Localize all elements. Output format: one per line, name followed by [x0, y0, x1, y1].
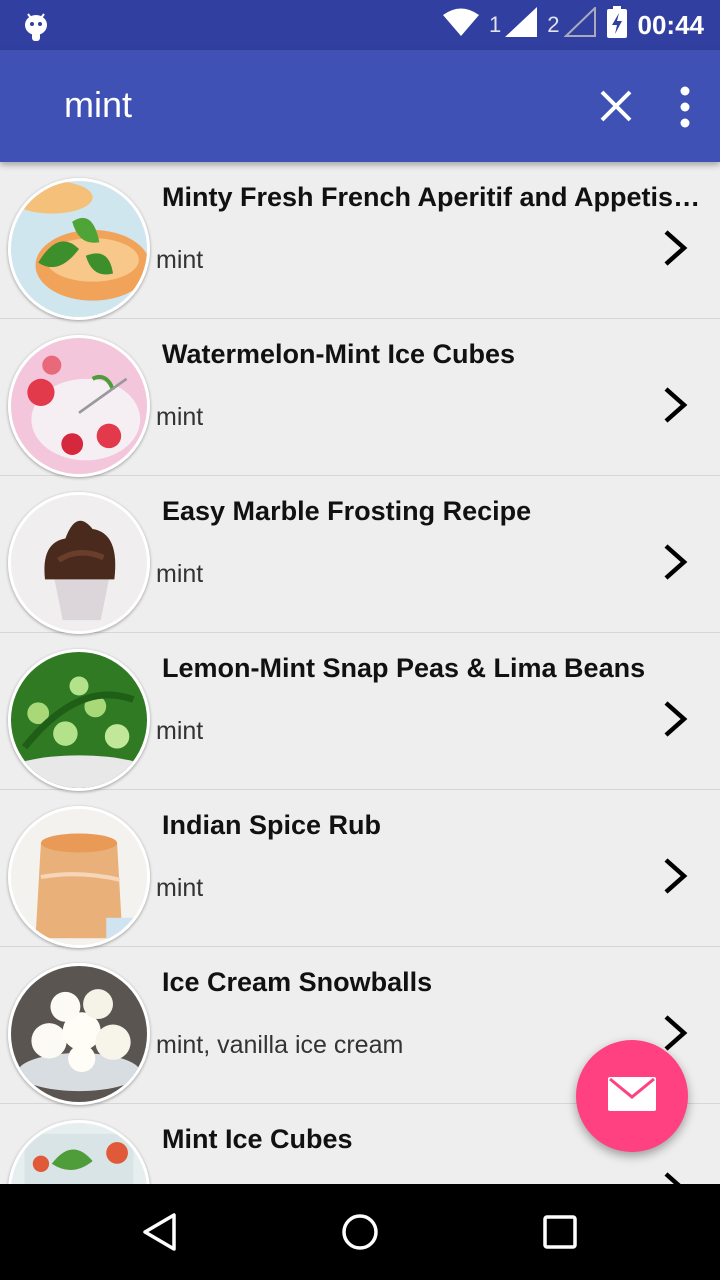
android-debug-icon: [22, 10, 50, 47]
email-icon: [607, 1076, 657, 1117]
recipe-thumbnail: [8, 963, 150, 1105]
recipe-title: Ice Cream Snowballs: [162, 967, 433, 997]
chevron-right-icon: [660, 385, 690, 425]
back-icon[interactable]: [140, 1212, 180, 1252]
chevron-right-icon: [660, 1013, 690, 1053]
recipe-thumbnail: [8, 178, 150, 320]
status-bar: 1 2 00:44: [0, 0, 720, 50]
chevron-right-icon: [660, 542, 690, 582]
signal-sim2-icon: [563, 5, 596, 44]
recipe-ingredients: mint: [156, 717, 204, 745]
recipe-title: Minty Fresh French Aperitif and Appetise…: [162, 182, 707, 212]
recipe-thumbnail: [8, 649, 150, 791]
recipe-title: Watermelon-Mint Ice Cubes: [162, 339, 516, 369]
chevron-right-icon: [660, 1170, 690, 1184]
recipe-ingredients: mint: [156, 403, 204, 431]
clock-time: 00:44: [637, 9, 705, 40]
chevron-right-icon: [660, 699, 690, 739]
list-item[interactable]: Watermelon-Mint Ice Cubes mint: [0, 319, 720, 477]
recipe-ingredients: mint: [156, 874, 204, 902]
recipe-thumbnail: [8, 335, 150, 477]
chevron-right-icon: [660, 228, 690, 268]
signal-sim1-icon: [505, 6, 538, 44]
list-item[interactable]: Indian Spice Rub mint: [0, 790, 720, 948]
recipe-title: Lemon-Mint Snap Peas & Lima Beans: [162, 653, 646, 683]
recipe-thumbnail: [8, 806, 150, 948]
recipe-thumbnail: [8, 492, 150, 634]
more-vert-icon[interactable]: [672, 84, 698, 130]
home-icon[interactable]: [340, 1212, 380, 1252]
recipe-thumbnail: [8, 1120, 150, 1184]
app-bar: mint: [0, 50, 720, 162]
sim2-label: 2: [547, 12, 560, 37]
recipe-title: Easy Marble Frosting Recipe: [162, 496, 532, 526]
recipe-ingredients: mint, vanilla ice cream: [156, 1031, 404, 1059]
results-list: Minty Fresh French Aperitif and Appetise…: [0, 162, 720, 1184]
close-icon[interactable]: [596, 86, 636, 126]
recents-icon[interactable]: [540, 1212, 580, 1252]
email-fab-button[interactable]: [576, 1040, 688, 1152]
list-item[interactable]: Minty Fresh French Aperitif and Appetise…: [0, 162, 720, 320]
battery-charging-icon: [606, 5, 628, 45]
list-item[interactable]: Easy Marble Frosting Recipe mint: [0, 476, 720, 634]
chevron-right-icon: [660, 856, 690, 896]
recipe-title: Indian Spice Rub: [162, 810, 382, 840]
sim1-label: 1: [489, 12, 502, 37]
list-item[interactable]: Lemon-Mint Snap Peas & Lima Beans mint: [0, 633, 720, 791]
recipe-ingredients: mint: [156, 560, 204, 588]
search-query-input[interactable]: mint: [64, 84, 132, 126]
wifi-icon: [443, 8, 479, 43]
navigation-bar: [0, 1184, 720, 1280]
recipe-ingredients: mint: [156, 246, 204, 274]
